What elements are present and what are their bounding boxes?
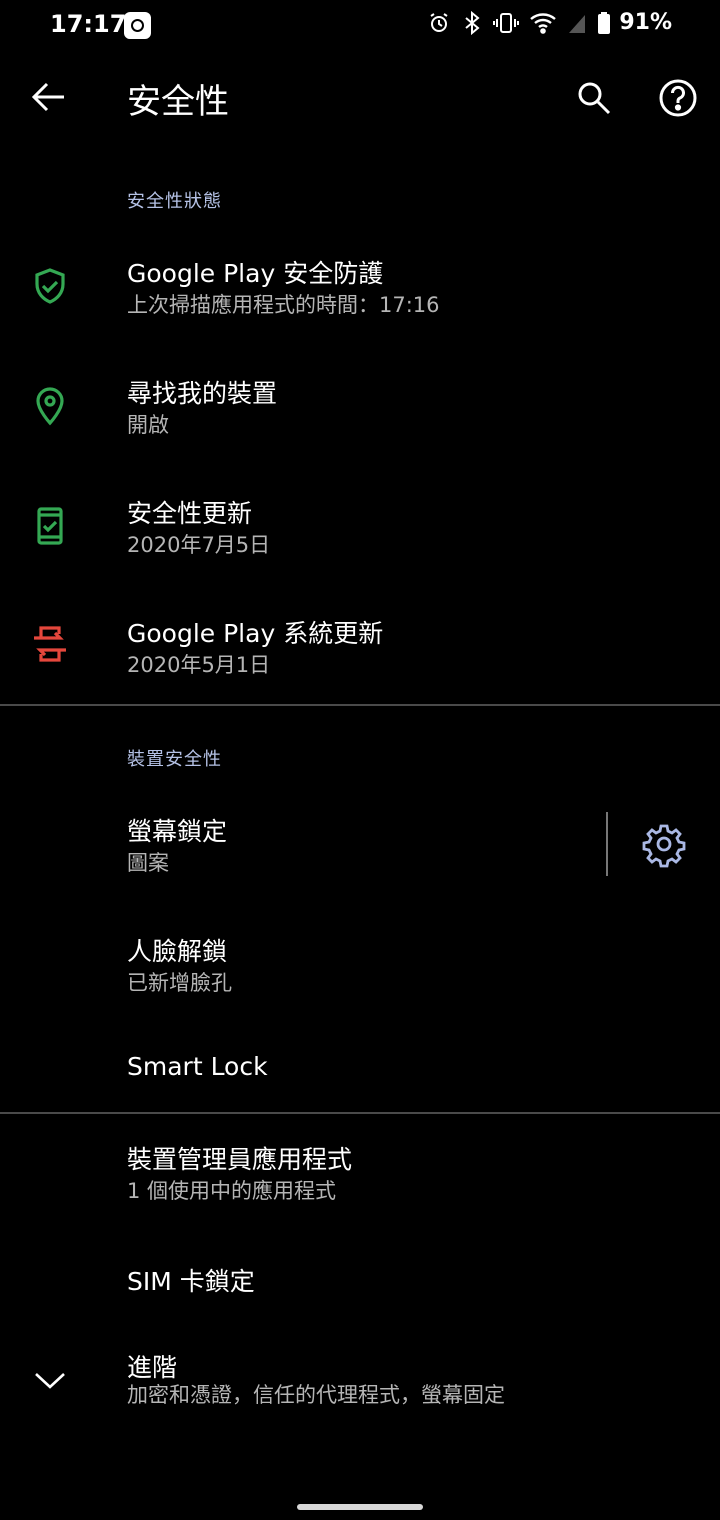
chevron-down-icon xyxy=(35,1373,65,1389)
item-title: Google Play 系統更新 xyxy=(127,619,384,648)
gesture-nav-handle[interactable] xyxy=(297,1504,423,1510)
section-header-security-status: 安全性狀態 xyxy=(127,191,222,212)
cell-signal-icon xyxy=(569,14,586,33)
section-header-device-security: 裝置安全性 xyxy=(127,749,222,770)
list-item-sim-lock[interactable]: SIM 卡鎖定 xyxy=(0,1246,720,1326)
item-title: 人臉解鎖 xyxy=(127,937,228,966)
section-divider xyxy=(0,704,720,706)
app-bar: 安全性 xyxy=(0,52,720,144)
item-title: 尋找我的裝置 xyxy=(127,379,278,408)
item-subtitle: 2020年5月1日 xyxy=(127,653,271,677)
vibrate-icon xyxy=(493,12,520,33)
item-subtitle: 開啟 xyxy=(127,413,169,437)
item-subtitle: 圖案 xyxy=(127,851,169,875)
battery-percent: 91% xyxy=(619,10,672,35)
item-title: 安全性更新 xyxy=(127,499,253,528)
section-divider xyxy=(0,1112,720,1114)
item-subtitle: 1 個使用中的應用程式 xyxy=(127,1179,337,1203)
back-arrow-icon[interactable] xyxy=(26,74,72,120)
system-update-icon xyxy=(34,626,66,662)
item-subtitle: 2020年7月5日 xyxy=(127,533,271,557)
list-item-security-update[interactable]: 安全性更新 2020年7月5日 xyxy=(0,480,720,596)
phone-check-icon xyxy=(37,507,63,545)
list-item-find-my-device[interactable]: 尋找我的裝置 開啟 xyxy=(0,360,720,476)
status-icons: 91% xyxy=(427,10,672,35)
item-title: SIM 卡鎖定 xyxy=(127,1267,255,1296)
list-item-smart-lock[interactable]: Smart Lock xyxy=(0,1036,720,1112)
gear-icon[interactable] xyxy=(640,820,688,868)
location-pin-icon xyxy=(36,387,64,426)
status-bar: 17:17 91% xyxy=(0,0,720,52)
battery-icon xyxy=(598,11,611,34)
list-item-device-admin-apps[interactable]: 裝置管理員應用程式 1 個使用中的應用程式 xyxy=(0,1126,720,1236)
item-subtitle: 加密和憑證，信任的代理程式，螢幕固定 xyxy=(127,1383,505,1407)
item-subtitle: 已新增臉孔 xyxy=(127,971,232,995)
item-title: Smart Lock xyxy=(127,1052,268,1081)
wifi-icon xyxy=(530,12,557,34)
list-item-advanced[interactable]: 進階 加密和憑證，信任的代理程式，螢幕固定 xyxy=(0,1334,720,1444)
list-item-play-system-update[interactable]: Google Play 系統更新 2020年5月1日 xyxy=(0,600,720,704)
notification-app-icon xyxy=(124,12,151,39)
item-subtitle: 上次掃描應用程式的時間：17:16 xyxy=(127,293,440,317)
search-icon[interactable] xyxy=(572,76,616,120)
alarm-icon xyxy=(430,12,448,32)
list-item-screen-lock[interactable]: 螢幕鎖定 圖案 xyxy=(0,798,720,914)
item-title: Google Play 安全防護 xyxy=(127,259,384,288)
page-title: 安全性 xyxy=(127,82,229,122)
help-icon[interactable] xyxy=(656,76,700,120)
item-title: 螢幕鎖定 xyxy=(127,817,228,846)
bluetooth-icon xyxy=(465,10,480,35)
shield-check-icon xyxy=(35,268,65,304)
status-time: 17:17 xyxy=(50,10,127,38)
list-item-play-protect[interactable]: Google Play 安全防護 上次掃描應用程式的時間：17:16 xyxy=(0,240,720,356)
vertical-separator xyxy=(606,812,608,876)
list-item-face-unlock[interactable]: 人臉解鎖 已新增臉孔 xyxy=(0,918,720,1034)
item-title: 裝置管理員應用程式 xyxy=(127,1145,353,1174)
